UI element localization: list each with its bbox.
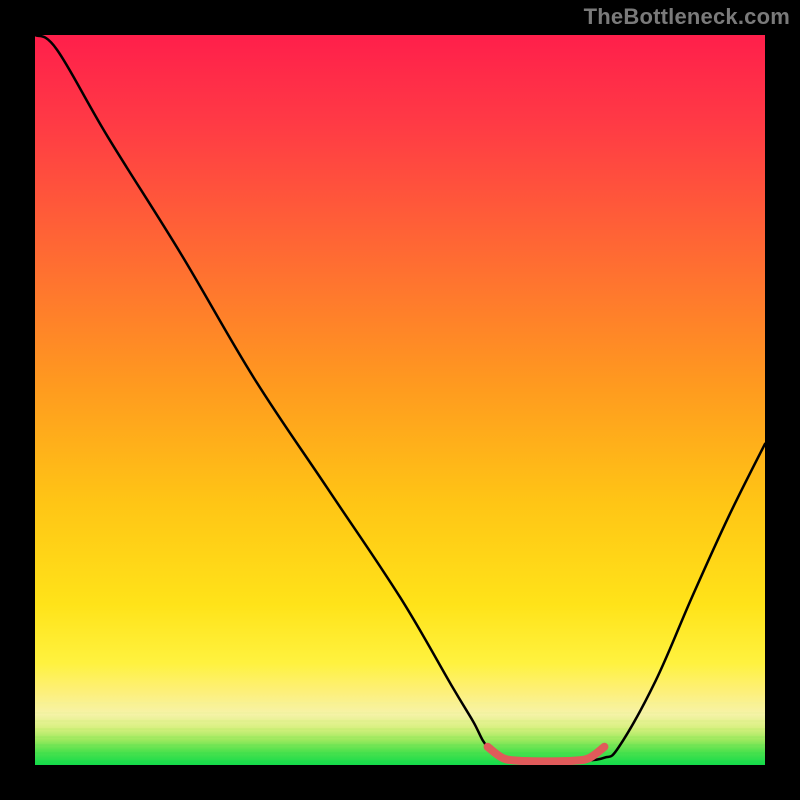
chart-frame: TheBottleneck.com xyxy=(0,0,800,800)
attribution-text: TheBottleneck.com xyxy=(584,4,790,30)
bottleneck-chart xyxy=(35,35,765,765)
chart-background xyxy=(35,35,765,765)
